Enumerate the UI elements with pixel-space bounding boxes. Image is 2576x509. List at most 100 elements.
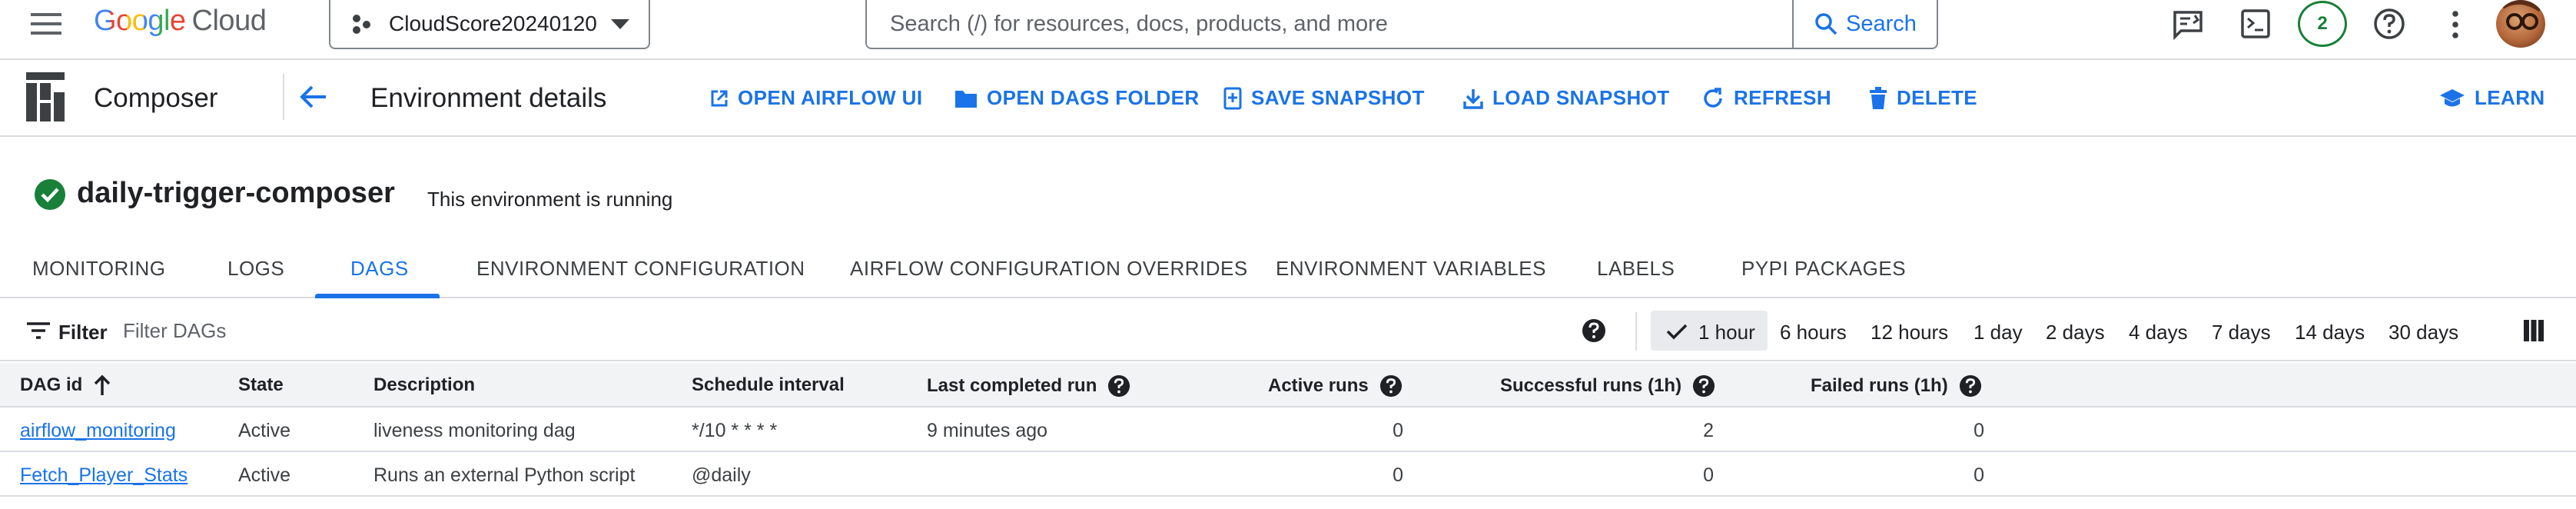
- tab-environment-variables[interactable]: ENVIRONMENT VARIABLES: [1276, 257, 1546, 281]
- open-airflow-ui-label: OPEN AIRFLOW UI: [738, 86, 923, 109]
- account-avatar[interactable]: [2496, 0, 2545, 48]
- time-range-6-hours[interactable]: 6 hours: [1780, 321, 1847, 344]
- environment-status: This environment is running: [427, 188, 673, 211]
- download-icon: [1463, 88, 1483, 109]
- open-airflow-ui-button[interactable]: OPEN AIRFLOW UI: [710, 86, 922, 110]
- refresh-button[interactable]: REFRESH: [1701, 86, 1831, 110]
- search-button-label: Search: [1846, 11, 1917, 36]
- chevron-down-icon: [610, 18, 630, 31]
- tab-bar: MONITORING LOGS DAGS ENVIRONMENT CONFIGU…: [0, 238, 2576, 298]
- load-snapshot-label: LOAD SNAPSHOT: [1492, 86, 1670, 109]
- learn-button[interactable]: LEARN: [2439, 86, 2545, 110]
- dag-id-link[interactable]: airflow_monitoring: [20, 420, 176, 442]
- time-range-12-hours[interactable]: 12 hours: [1871, 321, 1948, 344]
- project-selector[interactable]: CloudScore20240120: [329, 0, 650, 49]
- col-description[interactable]: Description: [373, 374, 475, 396]
- trash-icon: [1869, 86, 1887, 110]
- logo-google: Google: [94, 5, 186, 37]
- col-active-runs-label: Active runs: [1268, 375, 1369, 396]
- col-schedule-interval[interactable]: Schedule interval: [692, 374, 845, 396]
- col-state[interactable]: State: [238, 374, 284, 396]
- notifications-badge[interactable]: 2: [2298, 1, 2347, 47]
- product-header: Composer Environment details OPEN AIRFLO…: [0, 60, 2576, 137]
- time-range-1-hour[interactable]: 1 hour: [1698, 321, 1755, 344]
- filter-label[interactable]: Filter: [58, 321, 108, 344]
- col-failed-runs[interactable]: Failed runs (1h): [1811, 374, 1982, 398]
- learn-label: LEARN: [2475, 86, 2545, 109]
- tab-airflow-configuration-overrides[interactable]: AIRFLOW CONFIGURATION OVERRIDES: [850, 257, 1248, 281]
- col-schedule-label: Schedule interval: [692, 374, 845, 395]
- help-icon[interactable]: [2373, 8, 2405, 40]
- top-bar: Google Cloud CloudScore20240120 Search 2: [0, 0, 2576, 60]
- tab-labels[interactable]: LABELS: [1597, 257, 1675, 281]
- time-range-1-day[interactable]: 1 day: [1973, 321, 2023, 344]
- dag-failed-runs: 0: [1973, 420, 1984, 441]
- col-dag-id[interactable]: DAG id: [20, 374, 111, 396]
- folder-icon: [954, 88, 978, 108]
- dag-schedule: @daily: [692, 464, 751, 486]
- dag-schedule: */10 * * * *: [692, 420, 778, 441]
- help-icon[interactable]: [1379, 374, 1403, 398]
- logo-cloud: Cloud: [191, 5, 267, 37]
- dag-last-run: 9 minutes ago: [927, 420, 1048, 441]
- help-icon[interactable]: [1959, 374, 1982, 398]
- time-range-help-icon[interactable]: [1582, 318, 1606, 343]
- col-last-completed-run[interactable]: Last completed run: [927, 374, 1130, 398]
- delete-label: DELETE: [1897, 86, 1977, 109]
- table-row: airflow_monitoring Active liveness monit…: [0, 408, 2576, 452]
- col-last-run-label: Last completed run: [927, 375, 1097, 396]
- filter-icon[interactable]: [26, 321, 51, 340]
- project-name: CloudScore20240120: [389, 12, 597, 35]
- menu-icon[interactable]: [29, 11, 65, 37]
- save-snapshot-label: SAVE SNAPSHOT: [1251, 86, 1425, 109]
- help-icon[interactable]: [1107, 374, 1130, 398]
- feedback-icon[interactable]: [2172, 9, 2204, 40]
- school-icon: [2439, 88, 2465, 109]
- back-arrow-icon[interactable]: [298, 83, 329, 111]
- col-dag-id-label: DAG id: [20, 374, 83, 395]
- table-header: DAG id State Description Schedule interv…: [0, 363, 2576, 408]
- environment-name: daily-trigger-composer: [77, 177, 395, 209]
- cloud-shell-icon[interactable]: [2241, 9, 2270, 38]
- time-range-4-days[interactable]: 4 days: [2129, 321, 2188, 344]
- col-description-label: Description: [373, 374, 476, 395]
- open-external-icon: [710, 89, 729, 108]
- filter-dags-input[interactable]: [123, 317, 400, 344]
- search-icon: [1814, 12, 1838, 36]
- product-name: Composer: [94, 83, 218, 113]
- time-range-divider: [1635, 312, 1637, 351]
- col-failed-runs-label: Failed runs (1h): [1811, 375, 1948, 396]
- tab-dags[interactable]: DAGS: [350, 257, 409, 281]
- tab-pypi-packages[interactable]: PYPI PACKAGES: [1741, 257, 1906, 281]
- refresh-icon: [1701, 87, 1725, 110]
- open-dags-folder-button[interactable]: OPEN DAGS FOLDER: [954, 86, 1200, 110]
- tab-monitoring[interactable]: MONITORING: [32, 257, 166, 281]
- time-range-14-days[interactable]: 14 days: [2295, 321, 2365, 344]
- tab-logs[interactable]: LOGS: [227, 257, 284, 281]
- time-range-2-days[interactable]: 2 days: [2046, 321, 2105, 344]
- help-icon[interactable]: [1692, 374, 1715, 398]
- table-row: Fetch_Player_Stats Active Runs an extern…: [0, 452, 2576, 497]
- google-cloud-logo[interactable]: Google Cloud: [94, 5, 267, 38]
- col-active-runs[interactable]: Active runs: [1268, 374, 1403, 398]
- column-display-icon[interactable]: [2524, 320, 2544, 341]
- project-icon: [350, 14, 373, 35]
- more-vert-icon[interactable]: [2448, 9, 2462, 40]
- refresh-label: REFRESH: [1734, 86, 1832, 109]
- search-input[interactable]: [867, 0, 1792, 48]
- load-snapshot-button[interactable]: LOAD SNAPSHOT: [1463, 86, 1670, 110]
- dag-state: Active: [238, 464, 291, 486]
- dag-id-link[interactable]: Fetch_Player_Stats: [20, 464, 188, 487]
- dag-state: Active: [238, 420, 291, 441]
- tab-environment-configuration[interactable]: ENVIRONMENT CONFIGURATION: [476, 257, 805, 281]
- col-successful-runs[interactable]: Successful runs (1h): [1500, 374, 1715, 398]
- active-tab-indicator: [315, 294, 440, 298]
- check-icon: [1666, 323, 1688, 340]
- time-range-7-days[interactable]: 7 days: [2212, 321, 2271, 344]
- search-button[interactable]: Search: [1792, 0, 1937, 48]
- dag-successful-runs: 2: [1703, 420, 1714, 441]
- time-range-30-days[interactable]: 30 days: [2388, 321, 2458, 344]
- save-snapshot-button[interactable]: SAVE SNAPSHOT: [1223, 86, 1425, 110]
- dag-successful-runs: 0: [1703, 464, 1714, 486]
- delete-button[interactable]: DELETE: [1869, 86, 1977, 110]
